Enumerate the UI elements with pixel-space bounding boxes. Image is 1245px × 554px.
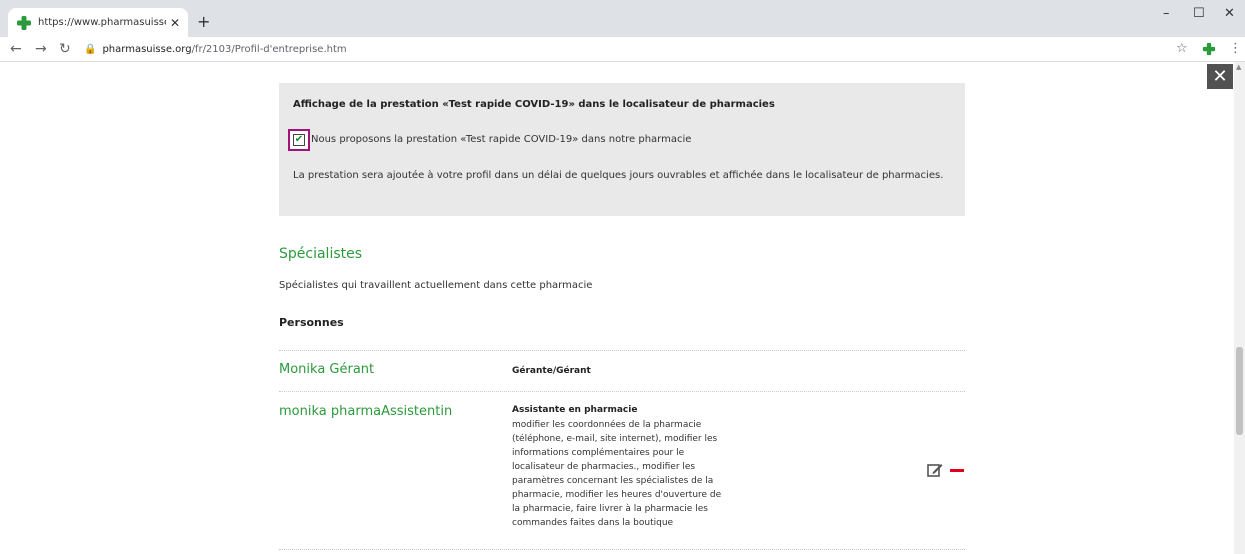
browser-tab[interactable]: https://www.pharmasuisse.org/fr ✕ [8,8,188,37]
covid-service-panel: Affichage de la prestation «Test rapide … [279,83,965,216]
back-arrow-icon[interactable]: ← [10,41,22,57]
divider [279,350,965,351]
person-name[interactable]: Monika Gérant [279,362,374,377]
forward-arrow-icon[interactable]: → [35,41,47,57]
minimize-icon[interactable]: – [1163,6,1170,21]
bookmark-star-icon[interactable]: ☆ [1176,41,1188,56]
edit-icon[interactable] [927,462,943,478]
new-tab-button[interactable]: + [197,12,210,31]
person-role: Assistante en pharmacie [512,405,638,415]
lock-icon: 🔒 [84,44,97,55]
divider [279,549,965,550]
pharmasuisse-extension-icon[interactable] [1202,42,1216,56]
tab-close-icon[interactable]: ✕ [170,16,180,30]
tab-title: https://www.pharmasuisse.org/fr [38,17,166,28]
person-name[interactable]: monika pharmaAssistentin [279,404,452,419]
checkmark-icon: ✔ [294,134,304,145]
person-role: Gérante/Gérant [512,366,591,376]
specialists-description: Spécialistes qui travaillent actuellemen… [279,280,593,291]
persons-heading: Personnes [279,316,344,329]
covid-checkbox[interactable]: ✔ [293,134,305,146]
divider [279,391,965,392]
person-permissions: modifier les coordonnées de la pharmacie… [512,420,722,528]
reload-icon[interactable]: ↻ [59,41,71,57]
remove-icon[interactable] [950,469,964,472]
scroll-up-icon[interactable]: ▲ [1236,63,1241,71]
window-close-icon[interactable]: ✕ [1224,6,1235,21]
page-scrollbar[interactable]: ▲ [1234,62,1245,554]
close-icon[interactable]: ✕ [1207,64,1233,89]
maximize-icon[interactable]: ☐ [1193,6,1205,21]
browser-tab-bar: https://www.pharmasuisse.org/fr ✕ + – ☐ … [0,0,1245,37]
browser-menu-icon[interactable]: ⋮ [1229,41,1242,56]
covid-checkbox-highlight[interactable]: ✔ [288,129,310,151]
address-bar[interactable]: 🔒 pharmasuisse.org/fr/2103/Profil-d'entr… [84,40,1164,59]
pharmasuisse-cross-icon [17,15,31,30]
browser-toolbar: ← → ↻ 🔒 pharmasuisse.org/fr/2103/Profil-… [0,37,1245,62]
covid-panel-note: La prestation sera ajoutée à votre profi… [293,170,944,181]
covid-panel-title: Affichage de la prestation «Test rapide … [293,99,775,110]
url-text: pharmasuisse.org/fr/2103/Profil-d'entrep… [102,44,347,55]
covid-checkbox-label[interactable]: Nous proposons la prestation «Test rapid… [311,134,691,145]
specialists-title: Spécialistes [279,246,363,262]
scrollbar-thumb[interactable] [1236,347,1243,435]
